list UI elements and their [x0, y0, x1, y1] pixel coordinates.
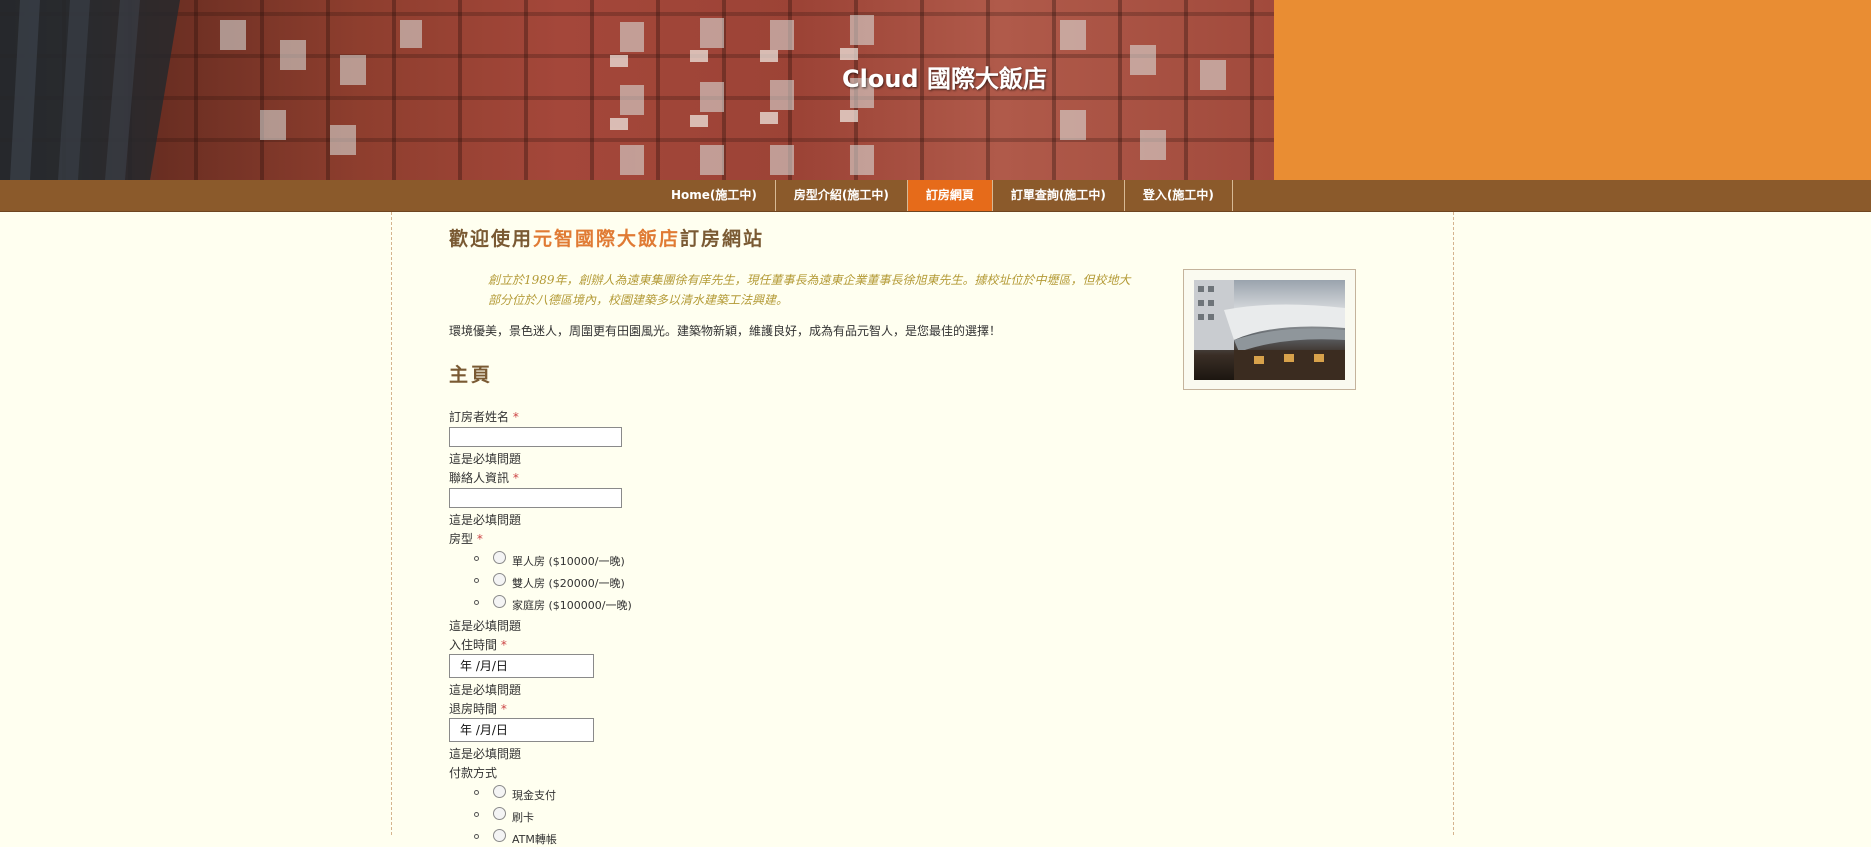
nav-item-home[interactable]: Home(施工中) [653, 180, 776, 211]
contact-required-message: 這是必填問題 [449, 513, 522, 527]
required-mark: * [476, 532, 483, 546]
welcome-hotel-name: 元智國際大飯店 [533, 228, 681, 250]
nav-item-login[interactable]: 登入(施工中) [1125, 180, 1233, 211]
header: Cloud 國際大飯店 [0, 0, 1871, 180]
contact-label: 聯絡人資訊 * [449, 469, 519, 486]
room-type-label-text: 房型 [449, 532, 474, 546]
checkout-label: 退房時間 * [449, 700, 507, 717]
radio-single-room[interactable] [493, 551, 506, 564]
radio-double-room[interactable] [493, 573, 506, 586]
checkout-required-message: 這是必填問題 [449, 747, 522, 761]
section-title: 主頁 [449, 364, 494, 386]
payment-label: 付款方式 [449, 766, 498, 780]
required-mark: * [500, 638, 507, 652]
radio-card[interactable] [493, 807, 506, 820]
checkin-label-text: 入住時間 [449, 638, 498, 652]
required-mark: * [512, 410, 519, 424]
radio-family-room[interactable] [493, 595, 506, 608]
name-input[interactable] [449, 427, 622, 447]
nav-item-room-types[interactable]: 房型介紹(施工中) [776, 180, 908, 211]
hotel-photo-frame [1183, 269, 1356, 390]
contact-label-text: 聯絡人資訊 [449, 471, 510, 485]
radio-atm[interactable] [493, 829, 506, 842]
welcome-heading: 歡迎使用元智國際大飯店訂房網站 [449, 224, 764, 251]
nav-bar: Home(施工中) 房型介紹(施工中) 訂房網頁 訂單查詢(施工中) 登入(施工… [0, 180, 1871, 212]
name-label-text: 訂房者姓名 [449, 410, 510, 424]
checkin-required-message: 這是必填問題 [449, 683, 522, 697]
nav-item-order-query[interactable]: 訂單查詢(施工中) [993, 180, 1125, 211]
building-photo [0, 0, 1226, 180]
name-label: 訂房者姓名 * [449, 408, 519, 425]
nav-menu: Home(施工中) 房型介紹(施工中) 訂房網頁 訂單查詢(施工中) 登入(施工… [653, 180, 1233, 211]
room-type-label: 房型 * [449, 530, 483, 547]
payment-option-label: 刷卡 [512, 811, 534, 824]
checkout-label-text: 退房時間 [449, 702, 498, 716]
list-bullet [474, 790, 479, 795]
name-required-message: 這是必填問題 [449, 452, 522, 466]
checkin-label: 入住時間 * [449, 636, 507, 653]
room-option-label: 雙人房 ($20000/一晚) [512, 577, 625, 590]
list-bullet [474, 600, 479, 605]
required-mark: * [500, 702, 507, 716]
banner-image [0, 0, 1274, 180]
list-bullet [474, 578, 479, 583]
description-text: 環境優美，景色迷人，周圍更有田園風光。建築物新穎，維護良好，成為有品元智人，是您… [449, 324, 1002, 338]
room-option-label: 單人房 ($10000/一晚) [512, 555, 625, 568]
nav-item-booking[interactable]: 訂房網頁 [907, 180, 993, 211]
list-bullet [474, 556, 479, 561]
contact-input[interactable] [449, 488, 622, 508]
hotel-photo [1194, 280, 1345, 380]
checkout-date-input[interactable]: 年 /月/日 [449, 718, 594, 742]
welcome-suffix: 訂房網站 [680, 228, 765, 250]
list-bullet [474, 812, 479, 817]
site-title: Cloud 國際大飯店 [842, 65, 1047, 93]
radio-cash[interactable] [493, 785, 506, 798]
checkin-date-input[interactable]: 年 /月/日 [449, 654, 594, 678]
room-type-required-message: 這是必填問題 [449, 619, 522, 633]
required-mark: * [512, 471, 519, 485]
room-option-label: 家庭房 ($100000/一晚) [512, 599, 632, 612]
payment-option-label: 現金支付 [512, 789, 556, 802]
intro-text: 創立於1989年，創辦人為遠東集團徐有庠先生，現任董事長為遠東企業董事長徐旭東先… [488, 273, 1131, 307]
payment-option-label: ATM轉帳 [512, 833, 557, 846]
welcome-prefix: 歡迎使用 [449, 228, 534, 250]
